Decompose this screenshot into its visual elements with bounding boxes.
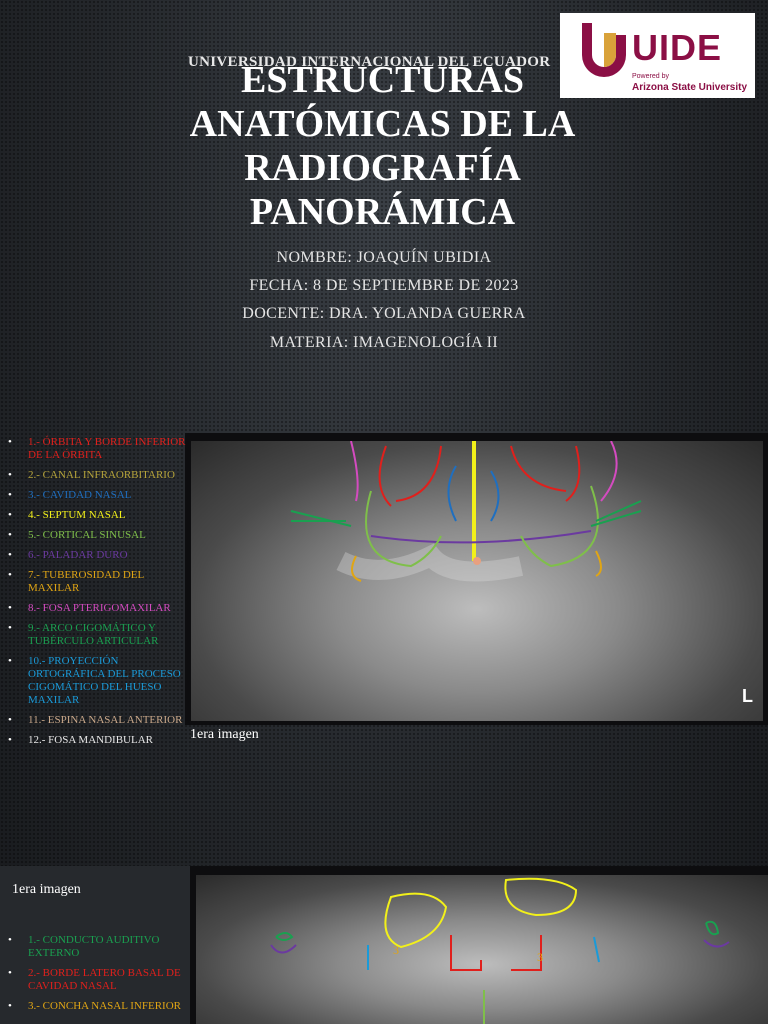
image-caption: 1era imagen [190,727,259,742]
xray-annotations [290,441,642,582]
legend-item: 3.- CAVIDAD NASAL [0,489,190,502]
legend-item: 7.- TUBEROSIDAD DEL MAXILAR [0,569,190,595]
subject: MATERIA: IMAGENOLOGÍA II [269,334,499,351]
legend-item: 5.- CORTICAL SINUSAL [0,529,190,542]
legend-item: 9.- ARCO CIGOMÁTICO Y TUBÉRCULO ARTICULA… [0,622,190,648]
title-line: ANATÓMICAS DE LA [189,103,576,145]
legend-item: 3.- CONCHA NASAL INFERIOR [0,1000,190,1013]
xray-annotations [270,877,730,1024]
logo-text: UIDE [632,27,723,68]
structure-label: 3 [393,943,399,957]
teacher: DOCENTE: DRA. YOLANDA GUERRA [242,305,526,322]
panoramic-xray-2: 3 3 [196,875,768,1024]
panoramic-xray: L [191,441,763,721]
legend-item: 12.- FOSA MANDIBULAR [0,734,190,747]
logo-powered-by: Powered by [632,73,669,80]
student-name: NOMBRE: JOAQUÍN UBIDIA [276,249,492,266]
title-line: PANORÁMICA [249,191,516,233]
legend-item: 1.- CONDUCTO AUDITIVO EXTERNO [0,934,190,960]
legend-item: 8.- FOSA PTERIGOMAXILAR [0,602,190,615]
legend-item: 4.- SEPTUM NASAL [0,509,190,522]
uide-logo: UIDE Powered by Arizona State University [560,13,755,98]
date: FECHA: 8 DE SEPTIEMBRE DE 2023 [249,277,519,294]
legend-item: 6.- PALADAR DURO [0,549,190,562]
xray-side-marker: L [742,686,753,706]
legend-item: 2.- CANAL INFRAORBITARIO [0,469,190,482]
legend-item: 1.- ÓRBITA Y BORDE INFERIOR DE LA ÓRBITA [0,436,190,462]
legend-list: 1.- CONDUCTO AUDITIVO EXTERNO 2.- BORDE L… [0,934,190,1020]
logo-partner: Arizona State University [632,82,748,93]
legend-item: 11.- ESPINA NASAL ANTERIOR [0,714,190,727]
title-line: RADIOGRAFÍA [244,147,521,189]
title-line: ESTRUCTURAS [241,59,524,101]
page-title: ESTRUCTURAS ANATÓMICAS DE LA RADIOGRAFÍA… [150,58,615,234]
legend-item: 2.- BORDE LATERO BASAL DE CAVIDAD NASAL [0,967,190,993]
legend-list: 1.- ÓRBITA Y BORDE INFERIOR DE LA ÓRBITA… [0,436,190,754]
structure-label: 3 [537,950,543,964]
slide3-heading: 1era imagen [12,882,81,897]
uide-u-icon [582,23,626,77]
legend-item: 10.- PROYECCIÓN ORTOGRÁFICA DEL PROCESO … [0,655,190,707]
